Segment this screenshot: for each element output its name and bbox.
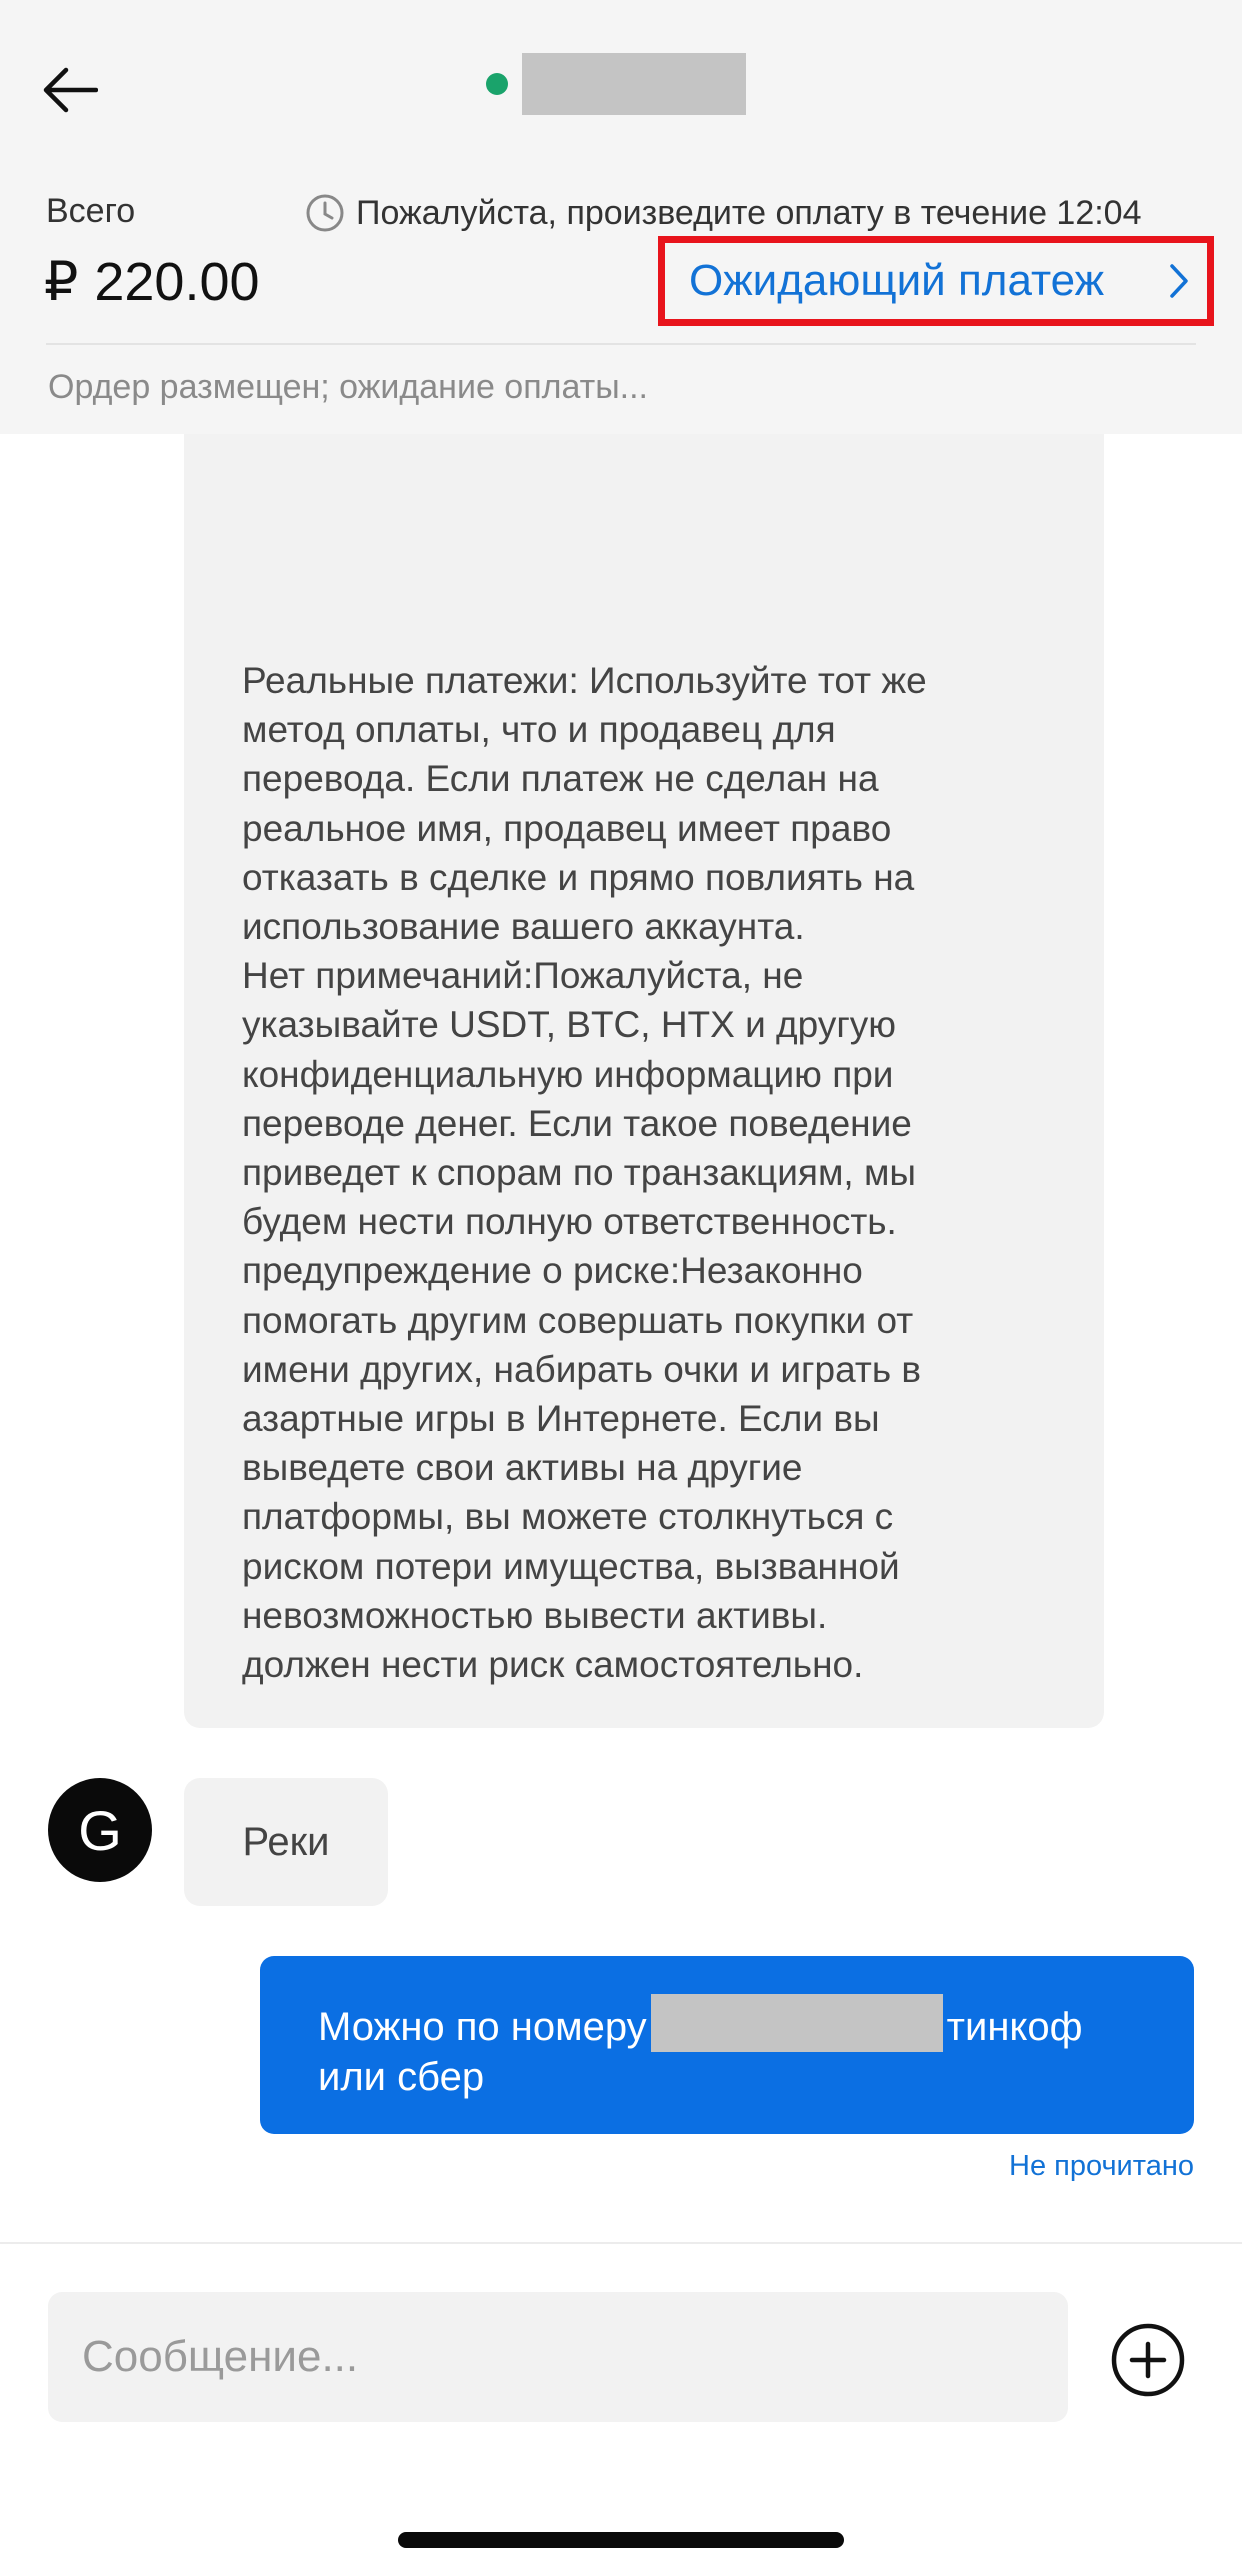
outgoing-message-line-2: или сбер: [318, 2055, 485, 2099]
outgoing-message-bubble: Можно по номеру тинкоф или сбер: [260, 1956, 1194, 2134]
clock-icon: [304, 192, 346, 234]
system-message-bubble: Реальные платежи: Используйте тот же мет…: [184, 434, 1104, 1728]
plus-circle-icon: [1111, 2323, 1185, 2397]
composer-divider: [0, 2242, 1242, 2244]
outgoing-text-after: тинкоф: [946, 2005, 1083, 2049]
chat-partner-title: [486, 53, 746, 115]
header-divider: [46, 343, 1196, 345]
add-attachment-button[interactable]: [1110, 2322, 1186, 2398]
currency-symbol: ₽: [44, 252, 79, 312]
payment-timer: Пожалуйста, произведите оплату в течение…: [304, 192, 1142, 234]
order-header: Всего Пожалуйста, произведите оплату в т…: [0, 0, 1242, 434]
incoming-message-text: Реки: [242, 1819, 330, 1864]
pending-payment-label: Ожидающий платеж: [689, 256, 1105, 305]
outgoing-text-before: Можно по номеру: [318, 2005, 647, 2049]
total-label: Всего: [46, 192, 136, 230]
incoming-message-bubble: Реки: [184, 1778, 388, 1906]
partner-name-redacted: [522, 53, 746, 115]
home-indicator[interactable]: [398, 2532, 844, 2548]
avatar[interactable]: G: [48, 1778, 152, 1882]
pending-payment-button[interactable]: Ожидающий платеж: [658, 236, 1214, 326]
order-status-text: Ордер размещен; ожидание оплаты...: [48, 368, 648, 406]
online-status-dot: [486, 73, 508, 95]
arrow-left-icon: [43, 67, 98, 113]
outgoing-message-line-1: Можно по номеру тинкоф: [318, 1994, 1154, 2052]
message-input[interactable]: [48, 2292, 1068, 2422]
back-button[interactable]: [30, 50, 110, 130]
chevron-right-icon: [1169, 261, 1193, 301]
timer-text: Пожалуйста, произведите оплату в течение…: [356, 193, 1142, 232]
read-status-label: Не прочитано: [1009, 2150, 1194, 2182]
amount-value: 220.00: [94, 252, 260, 312]
phone-number-redacted: [650, 1994, 943, 2052]
total-amount: ₽ 220.00: [44, 250, 260, 313]
system-message-text: Реальные платежи: Используйте тот же мет…: [242, 660, 927, 1686]
